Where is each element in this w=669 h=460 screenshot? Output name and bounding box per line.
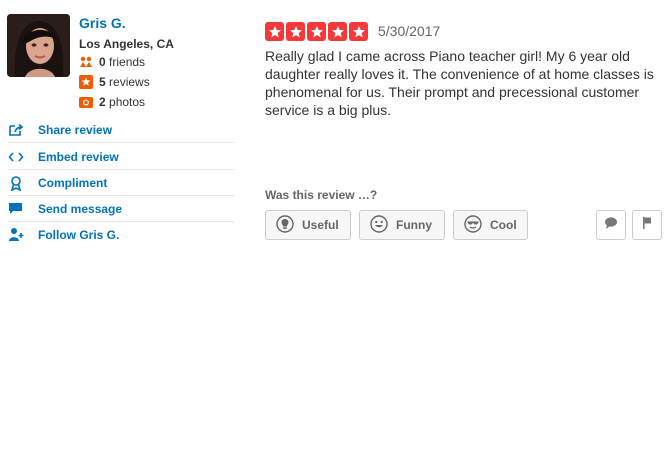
user-avatar[interactable] [7,14,70,77]
review-text: Really glad I came across Piano teacher … [265,48,654,118]
share-icon [8,122,30,138]
follow-user-link[interactable]: Follow Gris G. [8,223,234,247]
sunglasses-icon [464,214,482,236]
rating-star-icon [349,22,368,41]
reviews-number: 5 [99,75,106,89]
reviews-label: reviews [109,75,150,89]
comment-button[interactable] [596,210,626,240]
rating-star-icon [286,22,305,41]
rating-star-icon [265,22,284,41]
flag-icon [640,216,654,235]
follow-icon [8,227,30,243]
smiley-icon [370,214,388,236]
helpful-prompt: Was this review …? [265,188,378,202]
rating-star-icon [307,22,326,41]
lightbulb-icon [276,214,294,236]
embed-icon [8,149,30,165]
send-message-link[interactable]: Send message [8,197,234,222]
report-button[interactable] [632,210,662,240]
photos-label: photos [109,95,146,109]
send-message-label: Send message [38,202,123,216]
friends-number: 0 [99,55,106,69]
photos-count: 2 photos [79,94,145,110]
useful-label: Useful [302,218,339,232]
funny-button[interactable]: Funny [359,210,445,240]
embed-review-link[interactable]: Embed review [8,145,234,170]
cool-label: Cool [490,218,517,232]
user-name-link[interactable]: Gris G. [79,15,126,31]
friends-label: friends [109,55,146,69]
review-star-icon [79,75,93,89]
camera-icon [79,95,93,109]
message-icon [8,201,30,217]
avatar-photo [7,14,70,77]
compliment-label: Compliment [38,176,108,190]
funny-label: Funny [396,218,432,232]
photos-number: 2 [99,95,106,109]
share-review-label: Share review [38,123,113,137]
share-review-link[interactable]: Share review [8,118,234,143]
embed-review-label: Embed review [38,150,119,164]
review-date: 5/30/2017 [378,23,441,39]
friends-icon [79,55,93,69]
compliment-icon [8,175,30,191]
useful-button[interactable]: Useful [265,210,351,240]
star-rating [265,22,368,41]
friends-count: 0 friends [79,54,145,70]
speech-bubble-icon [604,216,618,235]
rating-star-icon [328,22,347,41]
compliment-link[interactable]: Compliment [8,171,234,196]
user-location: Los Angeles, CA [79,37,174,51]
cool-button[interactable]: Cool [453,210,528,240]
reviews-count: 5 reviews [79,74,150,90]
follow-user-label: Follow Gris G. [38,228,120,242]
